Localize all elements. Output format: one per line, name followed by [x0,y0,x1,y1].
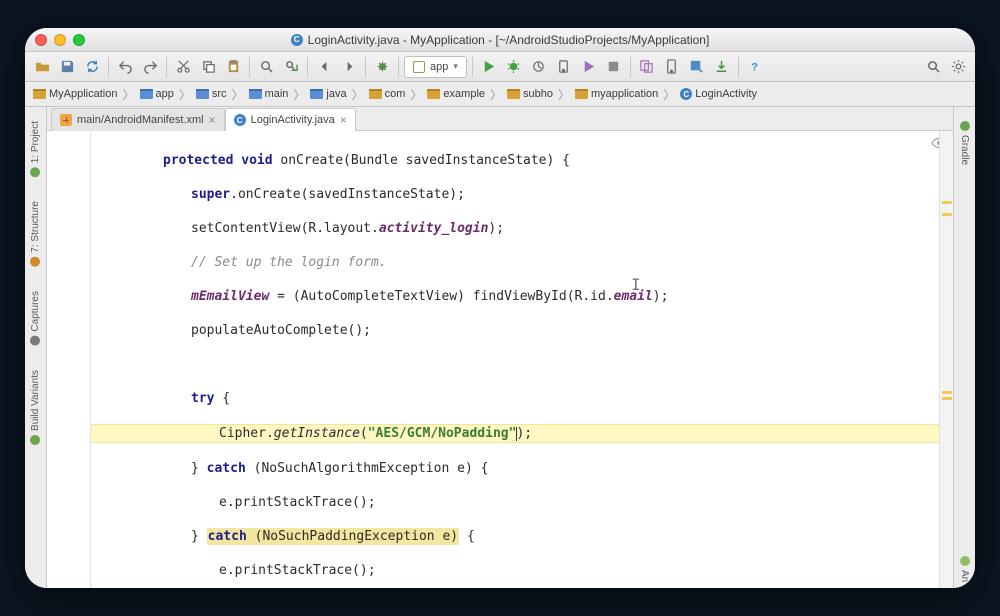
tool-android[interactable]: An [959,550,970,588]
run-with-coverage-icon[interactable] [578,56,600,78]
android-icon [960,556,970,566]
crumb-subho[interactable]: subho [503,88,557,100]
highlighted-line: Cipher.getInstance("AES/GCM/NoPadding"); [91,424,939,443]
tab-label: main/AndroidManifest.xml [77,114,204,126]
back-icon[interactable] [313,56,335,78]
make-icon[interactable] [371,56,393,78]
crumb-app[interactable]: app [136,88,178,100]
attach-debugger-icon[interactable] [553,56,575,78]
redo-icon[interactable] [139,56,161,78]
module-icon [413,61,425,73]
dot-icon [960,121,970,131]
class-icon: C [680,88,692,100]
main-toolbar: app ▾ ? [25,52,975,82]
replace-icon[interactable] [280,56,302,78]
crumb-myapplication-pkg[interactable]: myapplication [571,88,662,100]
tool-project[interactable]: 1: Project [30,115,41,183]
overview-ruler[interactable] [939,131,953,588]
cut-icon[interactable] [172,56,194,78]
tab-label: LoginActivity.java [251,114,335,126]
window-title-text: LoginActivity.java - MyApplication - [~/… [308,33,710,47]
chevron-down-icon: ▾ [453,61,458,72]
sync-icon[interactable] [81,56,103,78]
tab-androidmanifest[interactable]: main/AndroidManifest.xml × [51,108,225,131]
tool-captures[interactable]: Captures [30,285,41,352]
window-controls [35,34,85,46]
crumb-java[interactable]: java [306,88,350,100]
profile-icon[interactable] [528,56,550,78]
line-gutter[interactable] [47,131,91,588]
dot-icon [31,167,41,177]
copy-icon[interactable] [197,56,219,78]
layout-inspector-icon[interactable] [636,56,658,78]
find-icon[interactable] [255,56,277,78]
left-tool-stripe: 1: Project 7: Structure Captures Build V… [25,107,47,588]
folder-icon [249,89,262,99]
editor-column: main/AndroidManifest.xml × C LoginActivi… [47,107,953,588]
paste-icon[interactable] [222,56,244,78]
download-icon[interactable] [711,56,733,78]
run-config-label: app [430,61,448,73]
run-icon[interactable] [478,56,500,78]
minimize-window-icon[interactable] [54,34,66,46]
folder-icon [310,89,323,99]
folder-icon [33,89,46,99]
code-editor[interactable]: protected void onCreate(Bundle savedInst… [47,131,953,588]
stop-icon[interactable] [603,56,625,78]
folder-icon [575,89,588,99]
class-icon: C [234,114,246,126]
dot-icon [31,435,41,445]
editor-body: 1: Project 7: Structure Captures Build V… [25,107,975,588]
dot-icon [31,257,41,267]
help-icon[interactable]: ? [744,56,766,78]
run-config-selector[interactable]: app ▾ [404,56,467,78]
crumb-myapplication[interactable]: MyApplication [29,88,121,100]
folder-icon [369,89,382,99]
folder-icon [196,89,209,99]
tool-gradle[interactable]: Gradle [959,115,970,171]
crumb-main[interactable]: main [245,88,293,100]
search-everywhere-icon[interactable] [922,56,944,78]
titlebar: C LoginActivity.java - MyApplication - [… [25,28,975,52]
crumb-com[interactable]: com [365,88,410,100]
tab-loginactivity[interactable]: C LoginActivity.java × [225,108,356,131]
crumb-loginactivity[interactable]: CLoginActivity [676,88,761,100]
save-icon[interactable] [56,56,78,78]
close-tab-icon[interactable]: × [209,114,216,126]
forward-icon[interactable] [338,56,360,78]
breadcrumb: MyApplication〉 app〉 src〉 main〉 java〉 com… [25,82,975,107]
open-icon[interactable] [31,56,53,78]
folder-icon [427,89,440,99]
avd-manager-icon[interactable] [661,56,683,78]
right-tool-stripe: Gradle An [953,107,975,588]
dot-icon [31,336,41,346]
crumb-src[interactable]: src [192,88,231,100]
xml-file-icon [60,114,72,126]
close-tab-icon[interactable]: × [340,114,347,126]
sdk-manager-icon[interactable] [686,56,708,78]
settings-gear-icon[interactable] [947,56,969,78]
tool-build-variants[interactable]: Build Variants [30,364,41,451]
folder-icon [507,89,520,99]
svg-text:?: ? [751,61,758,73]
zoom-window-icon[interactable] [73,34,85,46]
crumb-example[interactable]: example [423,88,489,100]
undo-icon[interactable] [114,56,136,78]
file-class-icon: C [291,34,303,46]
code-body[interactable]: protected void onCreate(Bundle savedInst… [91,131,939,588]
debug-icon[interactable] [503,56,525,78]
ide-window: C LoginActivity.java - MyApplication - [… [25,28,975,588]
close-window-icon[interactable] [35,34,47,46]
editor-tabs: main/AndroidManifest.xml × C LoginActivi… [47,107,953,131]
window-title: C LoginActivity.java - MyApplication - [… [25,33,975,47]
folder-icon [140,89,153,99]
tool-structure[interactable]: 7: Structure [30,195,41,273]
